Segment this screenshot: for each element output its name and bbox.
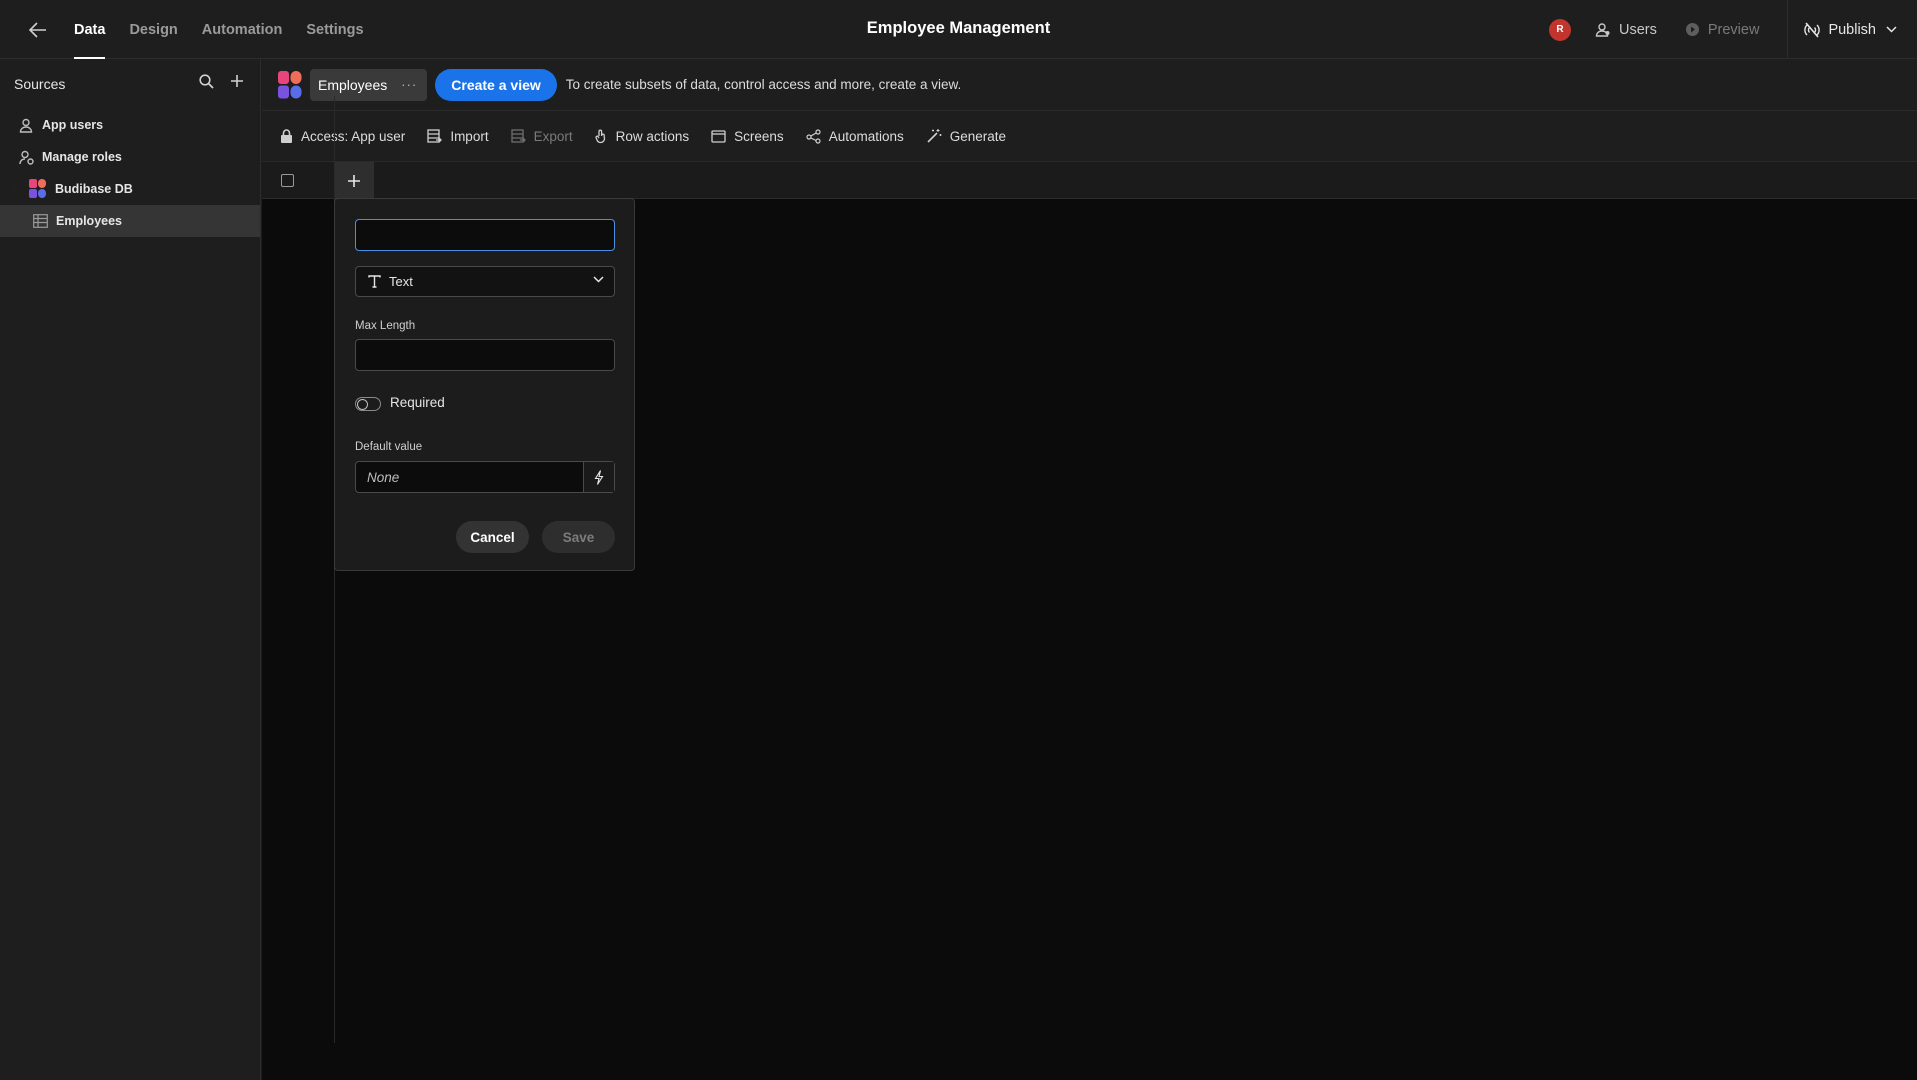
search-icon[interactable] [199,74,214,89]
lightning-bolt-icon[interactable] [583,462,614,492]
preview-button[interactable]: Preview [1685,21,1760,38]
tab-automation[interactable]: Automation [202,0,283,59]
save-button[interactable]: Save [542,521,615,553]
sidebar-item-label: Manage roles [42,150,122,164]
screens-label: Screens [734,128,784,144]
user-icon [19,118,33,133]
top-right-actions: R Users Preview Publish [1548,0,1917,59]
cancel-button[interactable]: Cancel [456,521,529,553]
default-value-label: Default value [355,441,423,453]
generate-label: Generate [949,128,1007,144]
access-button[interactable]: Access: App user [280,129,405,144]
screens-button[interactable]: Screens [711,129,784,144]
users-icon [1595,22,1610,37]
new-column-popover: Text Max Length Required Default value N… [334,198,635,571]
sidebar-item-budibase-db[interactable]: Budibase DB [0,173,260,205]
export-icon [510,128,526,143]
column-type-label: Text [389,274,413,289]
sidebar-item-label: Budibase DB [55,182,133,196]
roles-icon [19,150,34,165]
select-all-checkbox[interactable] [281,174,294,187]
automations-label: Automations [828,128,904,144]
tab-data[interactable]: Data [74,0,106,59]
max-length-input[interactable] [355,339,615,371]
chevron-down-icon [1886,26,1897,33]
table-tab-employees[interactable]: Employees ··· [310,68,428,101]
play-icon [1685,23,1699,36]
table-toolbar: Access: App user Import Export Row actio… [262,110,1917,162]
text-type-icon [368,275,381,288]
nav-tabs: Data Design Automation Settings [74,0,388,59]
table-header: Employees ··· Create a view To create su… [262,59,1917,110]
sidebar: Sources App users Manage roles Budibase … [0,59,261,1080]
table-tab-label: Employees [318,76,388,93]
broadcast-off-icon [1804,21,1821,38]
import-button[interactable]: Import [427,128,489,144]
plus-icon [348,174,360,187]
preview-label: Preview [1707,21,1760,38]
sidebar-item-employees[interactable]: Employees [0,205,260,237]
row-actions-label: Row actions [615,128,690,144]
more-icon[interactable]: ··· [401,77,417,92]
export-label: Export [533,128,573,144]
sidebar-item-label: Employees [56,214,123,228]
magic-wand-icon [927,129,942,143]
max-length-label: Max Length [355,320,416,332]
column-name-input[interactable] [355,219,615,251]
chevron-down-icon [593,276,604,283]
add-source-icon[interactable] [230,74,244,89]
sidebar-item-manage-roles[interactable]: Manage roles [0,141,260,173]
lock-icon [281,128,292,143]
default-value-field: None [355,461,615,493]
sidebar-header: Sources [0,59,260,109]
back-button[interactable] [24,18,52,42]
grid-header-row [262,162,1917,199]
export-button[interactable]: Export [510,128,573,144]
screens-icon [711,129,726,143]
automations-icon [806,128,821,144]
import-label: Import [450,128,489,144]
users-button[interactable]: Users [1595,22,1657,38]
top-bar: Data Design Automation Settings Employee… [0,0,1917,59]
sidebar-item-app-users[interactable]: App users [0,109,260,141]
row-actions-button[interactable]: Row actions [594,128,690,144]
generate-button[interactable]: Generate [926,128,1006,144]
row-actions-icon [594,129,605,143]
automations-button[interactable]: Automations [806,129,904,144]
add-column-button[interactable] [334,162,374,199]
required-label: Required [390,395,445,410]
required-toggle[interactable] [355,397,381,411]
table-icon [33,214,48,228]
create-view-hint: To create subsets of data, control acces… [565,77,962,92]
import-icon [427,128,443,143]
arrow-left-icon [29,22,46,38]
avatar[interactable]: R [1548,18,1571,41]
sidebar-title: Sources [14,76,66,92]
sidebar-item-label: App users [42,118,104,132]
chevron-down-icon[interactable] [14,186,23,192]
default-value-input[interactable]: None [356,462,583,492]
budibase-logo-icon [278,70,302,98]
tab-design[interactable]: Design [129,0,177,59]
access-label: Access: App user [301,128,406,144]
users-label: Users [1618,21,1657,38]
publish-button[interactable]: Publish [1787,0,1917,59]
column-type-select[interactable]: Text [355,266,615,297]
budibase-logo-icon [29,179,46,198]
tab-settings[interactable]: Settings [306,0,363,59]
publish-label: Publish [1828,21,1876,38]
create-view-button[interactable]: Create a view [435,68,557,101]
